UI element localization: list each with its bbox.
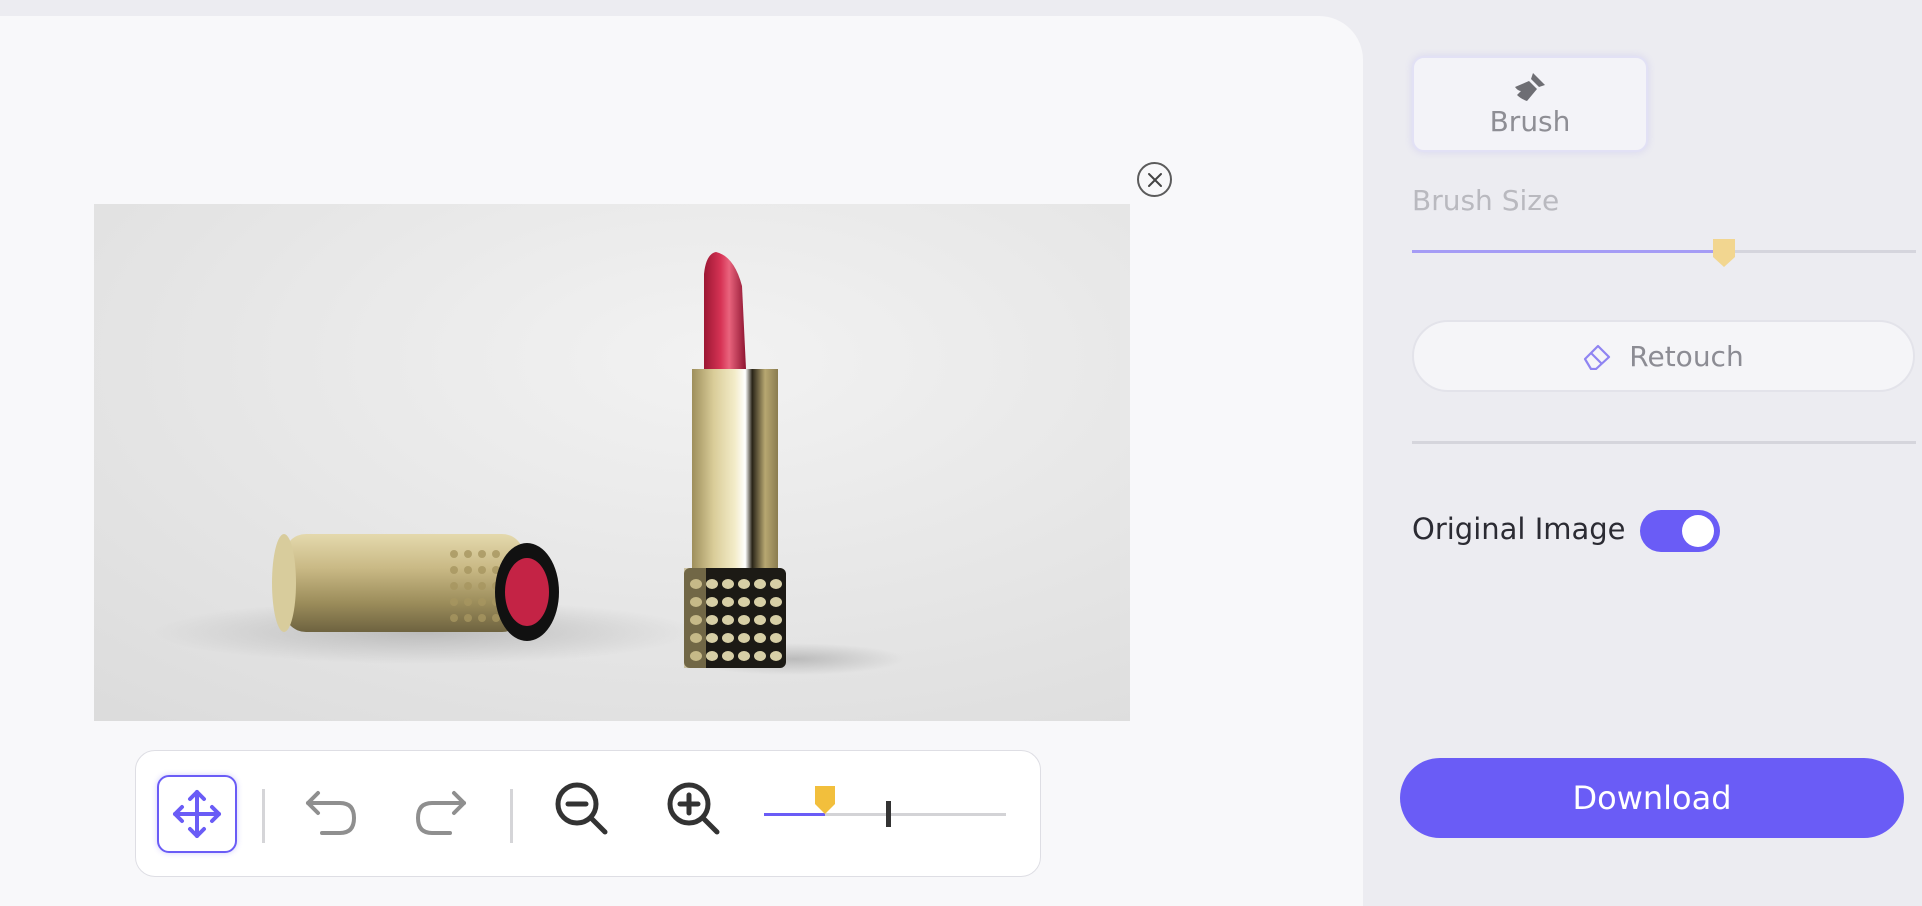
move-tool-button[interactable] [157,775,237,853]
settings-sidebar: Brush Brush Size Retouch Original Image … [1400,0,1922,906]
zoom-in-button[interactable] [664,779,724,839]
brush-size-slider-thumb[interactable] [1712,238,1736,268]
zoom-slider-thumb[interactable] [814,785,836,815]
brush-size-slider-fill [1412,250,1725,253]
zoom-in-icon [667,782,720,835]
toolbar-separator [510,789,513,843]
undo-button[interactable] [300,785,360,843]
sidebar-divider [1412,441,1916,444]
brush-tab[interactable]: Brush [1412,56,1648,152]
retouch-button[interactable]: Retouch [1412,320,1915,392]
undo-icon [306,791,356,835]
product-image [94,204,1130,721]
close-icon [1147,172,1162,187]
image-toolbar [135,750,1041,877]
original-image-toggle[interactable] [1640,510,1720,552]
eraser-icon [1584,344,1611,370]
zoom-out-button[interactable] [552,779,612,839]
brush-tab-label: Brush [1489,104,1571,138]
original-image-label: Original Image [1412,512,1626,546]
brush-icon [1515,72,1545,101]
toolbar-separator [262,789,265,843]
download-button[interactable]: Download [1400,758,1904,838]
zoom-out-icon [555,782,608,835]
retouch-label: Retouch [1629,339,1744,373]
brush-size-slider[interactable] [1412,239,1916,267]
brush-size-label: Brush Size [1412,184,1560,217]
zoom-slider-marker [886,801,891,827]
zoom-slider[interactable] [764,786,1006,827]
redo-icon [416,791,466,835]
move-icon [173,790,221,838]
toggle-knob [1682,515,1714,547]
redo-button[interactable] [412,785,472,843]
close-image-button[interactable] [1137,162,1172,197]
